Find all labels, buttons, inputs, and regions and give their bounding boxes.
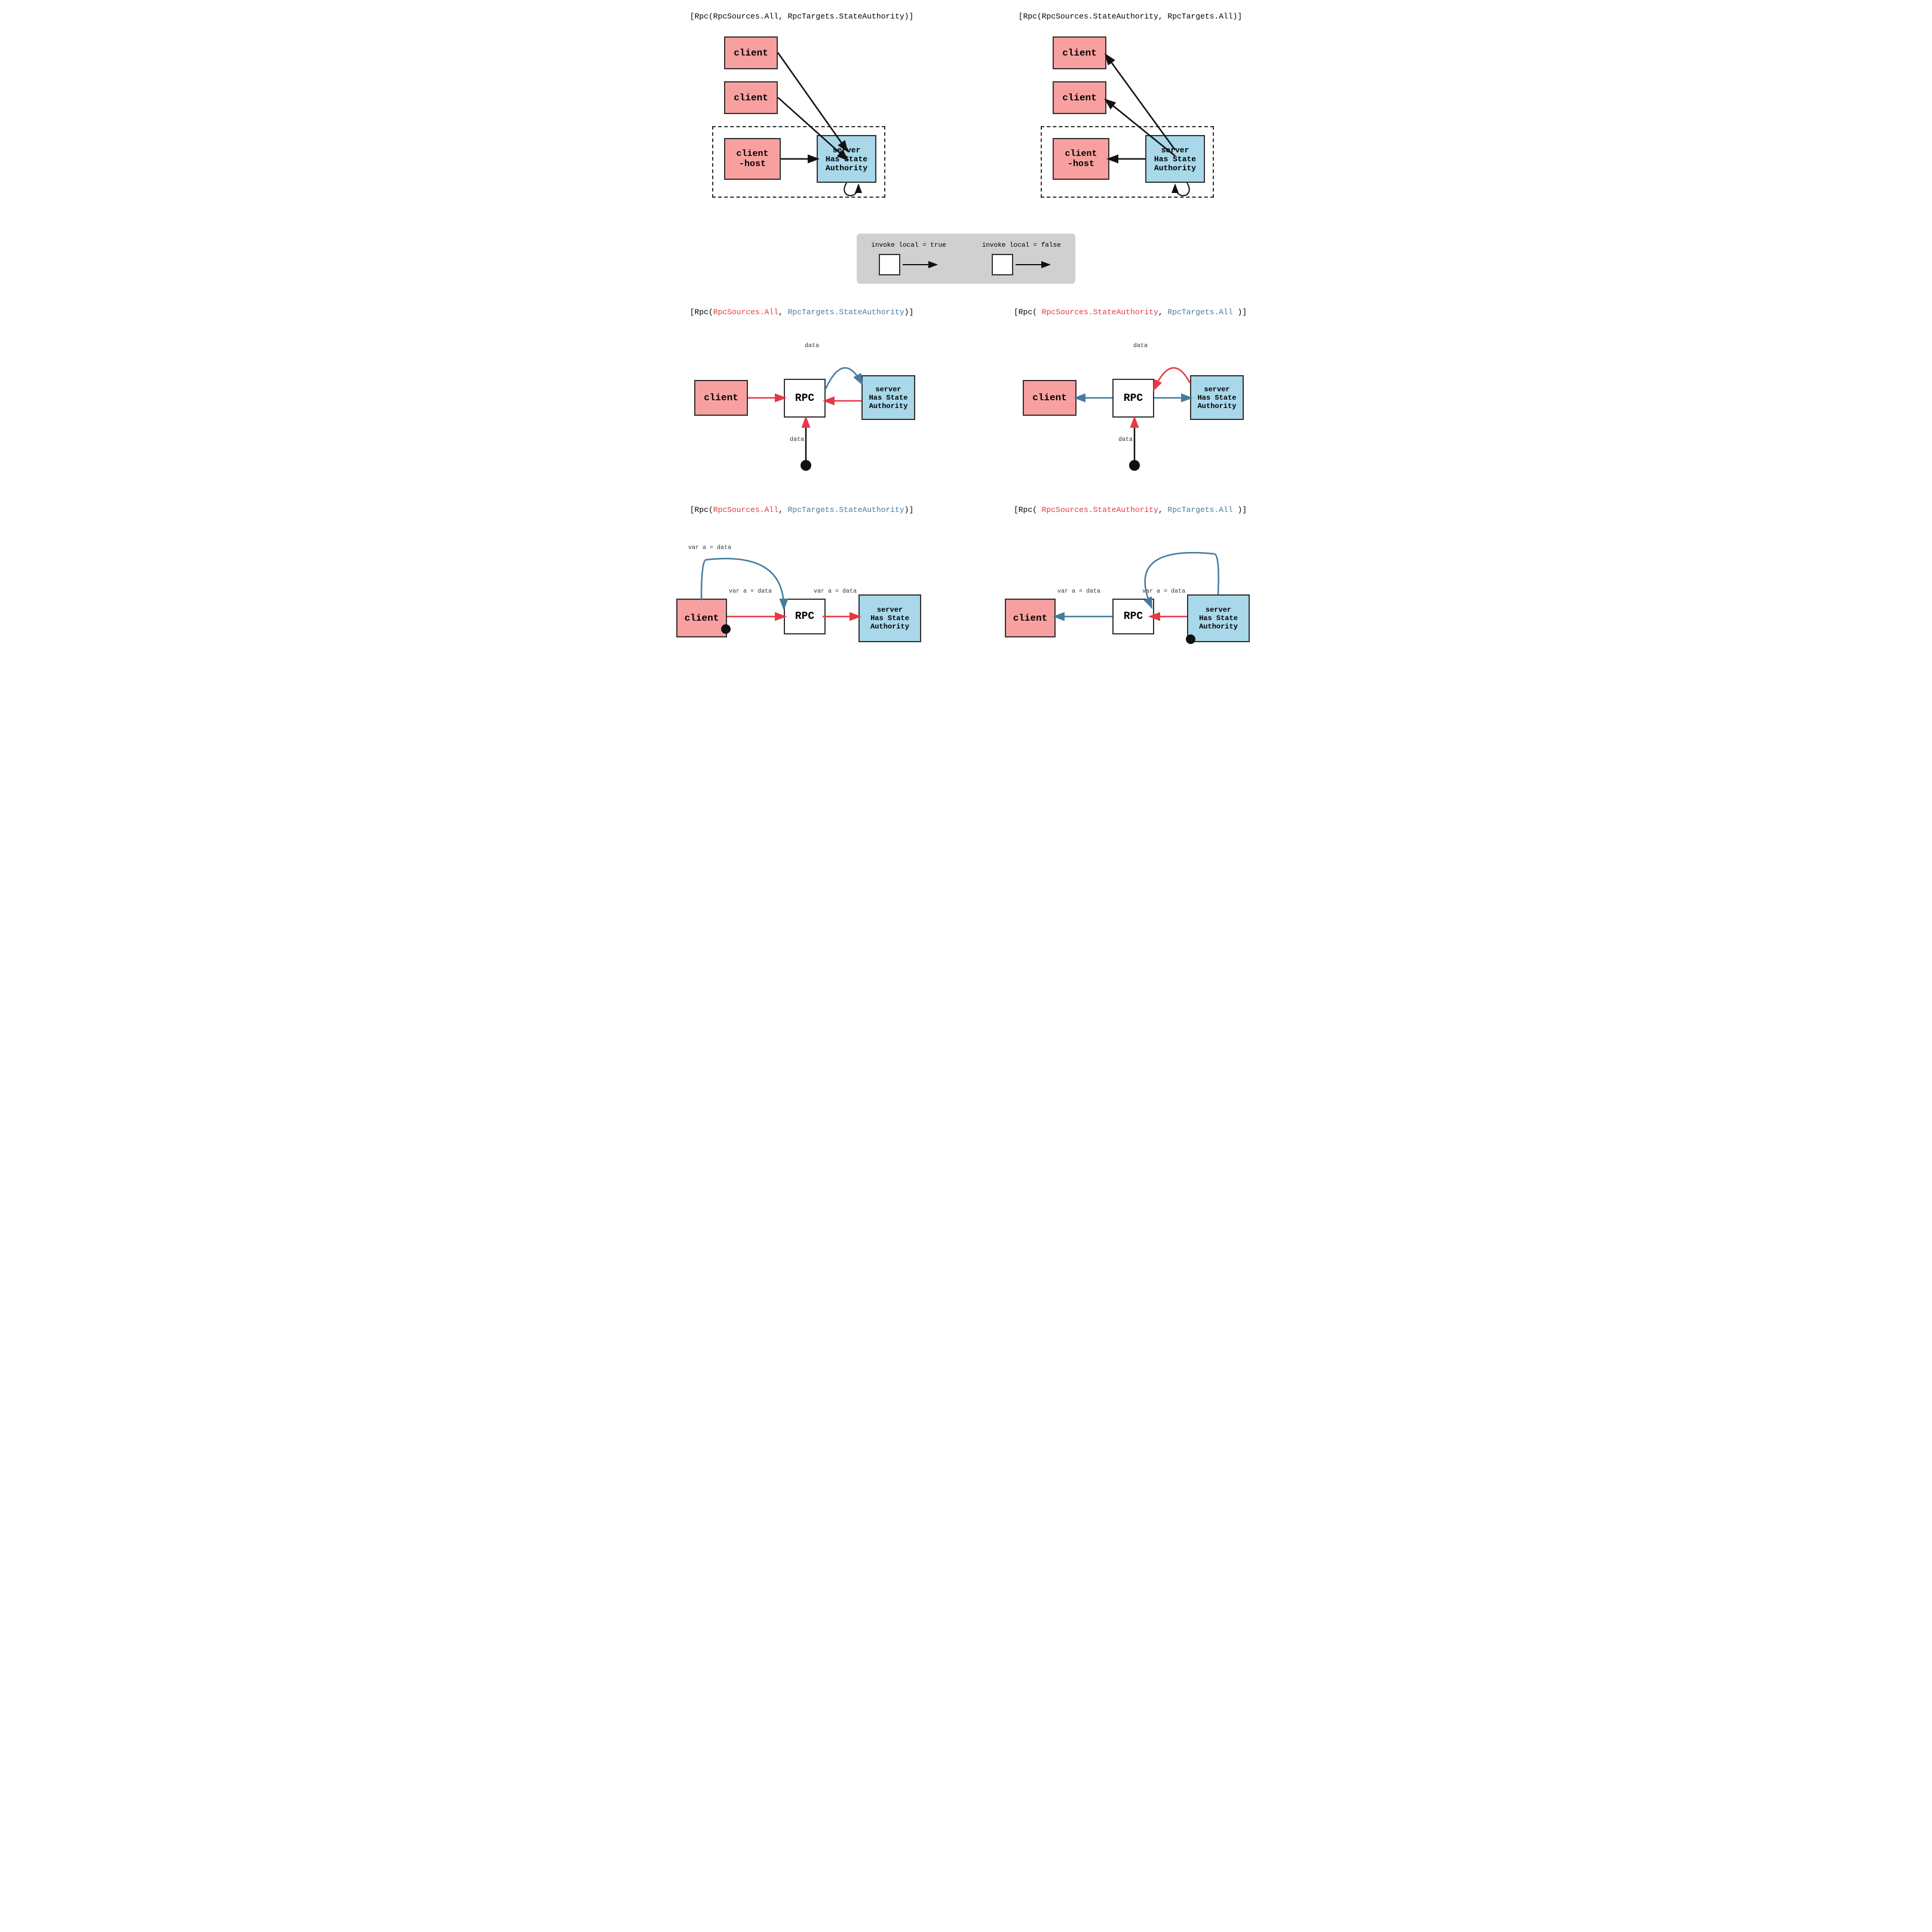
client-box-3: client: [1053, 36, 1106, 69]
label-2-right-blue: RpcTargets.All: [1167, 308, 1232, 317]
label-2-right-red: RpcSources.StateAuthority: [1042, 308, 1158, 317]
label-2-right-open: [Rpc(: [1014, 308, 1042, 317]
label-3-right-c: ,: [1158, 505, 1168, 514]
rpc-diagram-3-right: var a = data var a = data client RPC ser…: [1005, 542, 1256, 673]
row-2: [Rpc(RpcSources.All, RpcTargets.StateAut…: [649, 308, 1283, 482]
label-3-left: [Rpc(RpcSources.All, RpcTargets.StateAut…: [690, 505, 914, 514]
label-2-left-plain: [Rpc(: [690, 308, 713, 317]
server-box-1: serverHas StateAuthority: [817, 135, 876, 183]
page-container: [Rpc(RpcSources.All, RpcTargets.StateAut…: [649, 12, 1283, 673]
label-3-right-open: [Rpc(: [1014, 505, 1042, 514]
rpc-diagram-2-left: client RPC serverHas StateAuthority data…: [688, 326, 915, 482]
legend-true-label: invoke local = true: [871, 242, 946, 249]
dot-server-2: [1186, 634, 1195, 644]
label-3-left-open: [Rpc(: [690, 505, 713, 514]
label-2-right-comma: ,: [1158, 308, 1168, 317]
client-box-4: client: [1053, 81, 1106, 114]
legend-item-true: invoke local = true: [871, 242, 946, 275]
legend-false-visual: [992, 254, 1051, 275]
server-rpc-2: serverHas StateAuthority: [1190, 375, 1244, 420]
data-label-bottom-2: data: [1118, 437, 1133, 443]
dot-client-1: [721, 624, 731, 634]
diagram-block-2-right: [Rpc( RpcSources.StateAuthority, RpcTarg…: [978, 308, 1283, 482]
label-3-left-c: ,: [778, 505, 788, 514]
row-1: [Rpc(RpcSources.All, RpcTargets.StateAut…: [649, 12, 1283, 210]
label-2-left-close: )]: [904, 308, 914, 317]
diagram-block-3-right: [Rpc( RpcSources.StateAuthority, RpcTarg…: [978, 505, 1283, 673]
rpc-box-2: RPC: [1112, 379, 1154, 418]
rpc-var-1: RPC: [784, 599, 826, 634]
legend-item-false: invoke local = false: [982, 242, 1061, 275]
label-3-right-close: )]: [1233, 505, 1247, 514]
data-label-top-2: data: [1133, 343, 1148, 349]
label-2-left-blue: RpcTargets.StateAuthority: [788, 308, 904, 317]
legend-true-arrow: [903, 254, 939, 275]
var-label-mid-left: var a = data: [729, 588, 772, 595]
label-2-left-red: RpcSources.All: [713, 308, 778, 317]
client-box-2: client: [724, 81, 778, 114]
label-1-right: [Rpc(RpcSources.StateAuthority, RpcTarge…: [1019, 12, 1242, 21]
label-3-left-close: )]: [904, 505, 914, 514]
label-1-left: [Rpc(RpcSources.All, RpcTargets.StateAut…: [690, 12, 913, 21]
legend-row: invoke local = true: [649, 234, 1283, 284]
label-3-right: [Rpc( RpcSources.StateAuthority, RpcTarg…: [1014, 505, 1247, 514]
dot-2: [1129, 460, 1140, 471]
legend: invoke local = true: [857, 234, 1075, 284]
legend-true-visual: [879, 254, 939, 275]
label-2-left-comma: ,: [778, 308, 788, 317]
legend-true-box: [879, 254, 900, 275]
server-rpc-1: serverHas StateAuthority: [861, 375, 915, 420]
client-rpc-2: client: [1023, 380, 1077, 416]
var-label-right-left: var a = data: [814, 588, 857, 595]
client-var-2: client: [1005, 599, 1056, 637]
dot-1: [801, 460, 811, 471]
server-box-2: serverHas StateAuthority: [1145, 135, 1205, 183]
legend-false-arrow: [1016, 254, 1051, 275]
data-label-top-1: data: [805, 343, 819, 349]
client-host-box-1: client-host: [724, 138, 781, 180]
data-label-bottom-1: data: [790, 437, 804, 443]
rpc-diagram-3-left: var a = data var a = data var a = data c…: [676, 542, 927, 673]
var-label-mid-right: var a = data: [1057, 588, 1100, 595]
server-var-2: serverHas StateAuthority: [1187, 594, 1250, 642]
client-rpc-1: client: [694, 380, 748, 416]
label-3-right-red: RpcSources.StateAuthority: [1042, 505, 1158, 514]
rpc-box-1: RPC: [784, 379, 826, 418]
diagram-block-1-right: [Rpc(RpcSources.StateAuthority, RpcTarge…: [978, 12, 1283, 210]
diagram-block-1-left: [Rpc(RpcSources.All, RpcTargets.StateAut…: [649, 12, 954, 210]
legend-false-box: [992, 254, 1013, 275]
client-host-box-2: client-host: [1053, 138, 1109, 180]
var-label-right-right: var a = data: [1142, 588, 1185, 595]
label-2-left: [Rpc(RpcSources.All, RpcTargets.StateAut…: [690, 308, 914, 317]
label-2-right: [Rpc( RpcSources.StateAuthority, RpcTarg…: [1014, 308, 1247, 317]
label-3-right-blue: RpcTargets.All: [1167, 505, 1232, 514]
client-var-1: client: [676, 599, 727, 637]
diagram-block-3-left: [Rpc(RpcSources.All, RpcTargets.StateAut…: [649, 505, 954, 673]
server-var-1: serverHas StateAuthority: [858, 594, 921, 642]
var-label-top-left: var a = data: [688, 545, 731, 551]
rpc-diagram-2-right: client RPC serverHas StateAuthority data…: [1017, 326, 1244, 482]
label-2-right-close: )]: [1233, 308, 1247, 317]
diagram-block-2-left: [Rpc(RpcSources.All, RpcTargets.StateAut…: [649, 308, 954, 482]
client-box-1: client: [724, 36, 778, 69]
rpc-var-2: RPC: [1112, 599, 1154, 634]
row-3: [Rpc(RpcSources.All, RpcTargets.StateAut…: [649, 505, 1283, 673]
label-3-left-blue: RpcTargets.StateAuthority: [788, 505, 904, 514]
legend-false-label: invoke local = false: [982, 242, 1061, 249]
label-3-left-red: RpcSources.All: [713, 505, 778, 514]
